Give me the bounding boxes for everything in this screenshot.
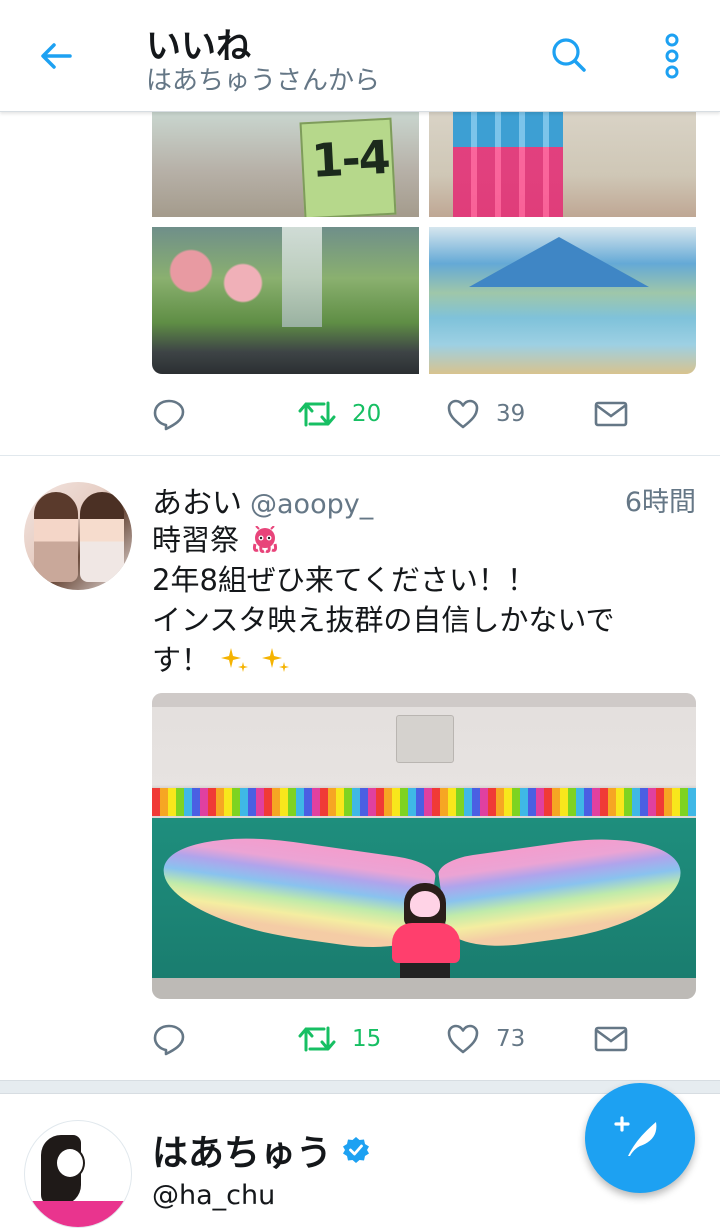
tweet-line-2: 2年8組ぜひ来てください！！ [152,563,537,597]
retweet-count: 15 [352,1026,382,1052]
tweet-photo-1[interactable]: 1-4 [152,112,419,217]
reply-button[interactable] [152,392,186,436]
back-button[interactable] [30,30,82,82]
reply-icon [153,399,185,431]
tweet-line-1: 時習祭 [152,520,672,560]
sparkles-emoji-icon [221,648,249,672]
tweet-action-bar: 20 39 [152,392,642,436]
tweet-media-photo[interactable] [152,693,696,999]
tweet-text: 時習祭 2年8組ぜひ来てください！！ インスタ映え抜群の自信しかないで す！ [152,520,672,680]
retweet-icon [298,1026,336,1052]
retweet-button[interactable]: 15 [298,1017,381,1061]
dm-button[interactable] [594,392,628,436]
author-name: あおい [152,486,242,521]
dm-button[interactable] [594,1017,628,1061]
page-subtitle: はあちゅうさんから [146,66,381,96]
like-count: 39 [496,401,526,427]
reply-button[interactable] [152,1017,186,1061]
tweet-photo-2[interactable] [429,112,696,217]
author-handle: @aoopy_ [250,489,374,520]
tweet-divider [0,455,720,456]
like-button[interactable]: 39 [446,392,525,436]
tweet-line-4: す！ [152,640,672,680]
search-icon [552,38,586,72]
retweet-button[interactable]: 20 [298,392,381,436]
reply-icon [153,1024,185,1056]
back-arrow-icon [41,43,72,69]
app-bar: いいね はあちゅうさんから [0,0,720,112]
like-icon [447,399,479,429]
search-button[interactable] [544,30,594,80]
tweet-action-bar: 15 73 [152,1017,642,1061]
like-button[interactable]: 73 [446,1017,525,1061]
compose-icon [614,1116,657,1156]
profile-handle: @ha_chu [152,1180,276,1211]
photo-sign: 1-4 [299,117,397,217]
tweet-photo-3[interactable] [152,227,419,374]
profile-avatar[interactable] [24,1120,132,1228]
tweet-author[interactable]: あおい @aoopy_ [152,478,373,522]
tweet-timestamp: 6時間 [624,487,696,518]
octopus-emoji-icon [253,526,278,553]
tweet-photo-4[interactable] [429,227,696,374]
dm-icon [594,1026,628,1052]
retweet-count: 20 [352,401,382,427]
compose-tweet-button[interactable] [585,1083,695,1193]
verified-icon [343,1137,370,1163]
avatar[interactable] [24,482,132,590]
profile-name[interactable]: はあちゅう [152,1124,370,1176]
sparkles-emoji-icon [262,648,290,672]
more-options-button[interactable] [650,30,694,82]
more-vertical-icon [665,33,679,79]
speaker-in-photo [396,715,454,763]
like-count: 73 [496,1026,526,1052]
like-icon [447,1024,479,1054]
tweet-line-3: インスタ映え抜群の自信しかないで [152,603,615,637]
dm-icon [594,401,628,427]
retweet-icon [298,401,336,427]
